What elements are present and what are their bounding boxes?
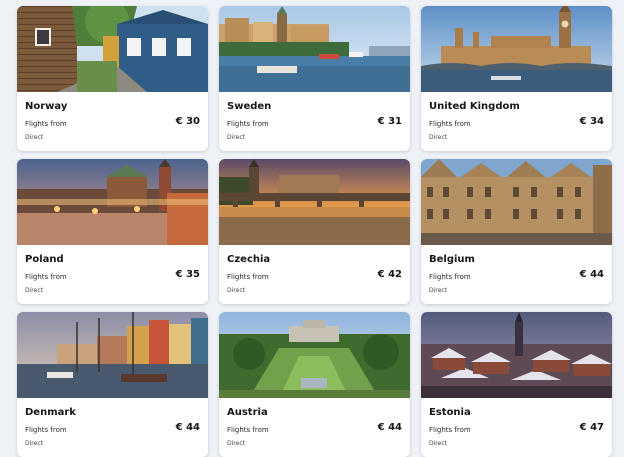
- country-name: Estonia: [429, 407, 471, 418]
- flights-from-label: Flights from: [429, 426, 471, 434]
- price: € 31: [377, 116, 402, 127]
- card-info: Estonia Flights from € 47 Direct: [421, 398, 612, 457]
- destination-card-czechia[interactable]: Czechia Flights from € 42 Direct: [219, 159, 410, 304]
- destination-photo-sweden[interactable]: [219, 6, 410, 92]
- card-info: Sweden Flights from € 31 Direct: [219, 92, 410, 151]
- destination-photo-czechia[interactable]: [219, 159, 410, 245]
- country-name: Czechia: [227, 254, 271, 265]
- price: € 44: [377, 422, 402, 433]
- country-name: United Kingdom: [429, 101, 520, 112]
- destination-card-belgium[interactable]: Belgium Flights from € 44 Direct: [421, 159, 612, 304]
- destination-grid: Norway Flights from € 30 Direct Sweden F…: [17, 6, 612, 457]
- stops-label: Direct: [25, 134, 43, 141]
- price: € 44: [175, 422, 200, 433]
- price: € 47: [579, 422, 604, 433]
- stops-label: Direct: [429, 440, 447, 447]
- destination-card-sweden[interactable]: Sweden Flights from € 31 Direct: [219, 6, 410, 151]
- country-name: Austria: [227, 407, 268, 418]
- country-name: Norway: [25, 101, 68, 112]
- destination-photo-austria[interactable]: [219, 312, 410, 398]
- card-info: Czechia Flights from € 42 Direct: [219, 245, 410, 304]
- destination-photo-belgium[interactable]: [421, 159, 612, 245]
- card-info: Austria Flights from € 44 Direct: [219, 398, 410, 457]
- stops-label: Direct: [25, 287, 43, 294]
- destination-photo-estonia[interactable]: [421, 312, 612, 398]
- stops-label: Direct: [429, 134, 447, 141]
- destination-card-austria[interactable]: Austria Flights from € 44 Direct: [219, 312, 410, 457]
- stops-label: Direct: [429, 287, 447, 294]
- stops-label: Direct: [227, 287, 245, 294]
- flights-from-label: Flights from: [227, 426, 269, 434]
- price: € 34: [579, 116, 604, 127]
- destination-card-norway[interactable]: Norway Flights from € 30 Direct: [17, 6, 208, 151]
- country-name: Sweden: [227, 101, 272, 112]
- flights-from-label: Flights from: [429, 273, 471, 281]
- destination-photo-united-kingdom[interactable]: [421, 6, 612, 92]
- card-info: Belgium Flights from € 44 Direct: [421, 245, 612, 304]
- card-info: United Kingdom Flights from € 34 Direct: [421, 92, 612, 151]
- price: € 30: [175, 116, 200, 127]
- country-name: Denmark: [25, 407, 76, 418]
- stops-label: Direct: [25, 440, 43, 447]
- card-info: Norway Flights from € 30 Direct: [17, 92, 208, 151]
- flights-from-label: Flights from: [227, 120, 269, 128]
- flights-from-label: Flights from: [25, 426, 67, 434]
- flights-from-label: Flights from: [25, 120, 67, 128]
- destination-photo-denmark[interactable]: [17, 312, 208, 398]
- flights-from-label: Flights from: [25, 273, 67, 281]
- price: € 44: [579, 269, 604, 280]
- destination-card-estonia[interactable]: Estonia Flights from € 47 Direct: [421, 312, 612, 457]
- stops-label: Direct: [227, 134, 245, 141]
- price: € 35: [175, 269, 200, 280]
- destination-photo-norway[interactable]: [17, 6, 208, 92]
- stops-label: Direct: [227, 440, 245, 447]
- destination-card-poland[interactable]: Poland Flights from € 35 Direct: [17, 159, 208, 304]
- country-name: Belgium: [429, 254, 475, 265]
- destination-card-united-kingdom[interactable]: United Kingdom Flights from € 34 Direct: [421, 6, 612, 151]
- card-info: Denmark Flights from € 44 Direct: [17, 398, 208, 457]
- country-name: Poland: [25, 254, 64, 265]
- price: € 42: [377, 269, 402, 280]
- flights-from-label: Flights from: [429, 120, 471, 128]
- flights-from-label: Flights from: [227, 273, 269, 281]
- destination-photo-poland[interactable]: [17, 159, 208, 245]
- destination-card-denmark[interactable]: Denmark Flights from € 44 Direct: [17, 312, 208, 457]
- card-info: Poland Flights from € 35 Direct: [17, 245, 208, 304]
